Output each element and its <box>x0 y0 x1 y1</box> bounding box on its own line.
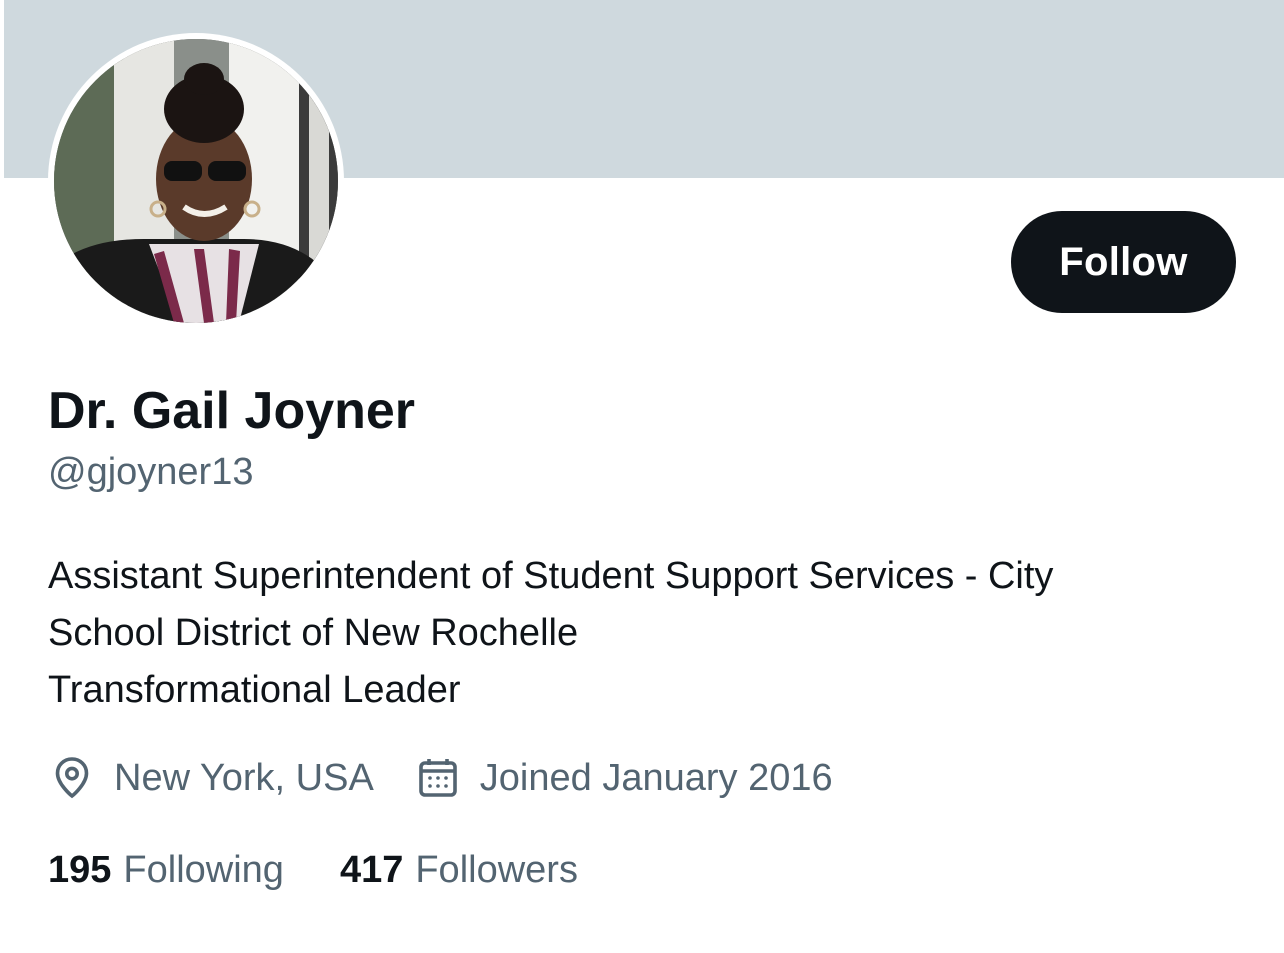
following-label: Following <box>123 848 284 891</box>
profile-joined: Joined January 2016 <box>414 754 833 802</box>
profile-bio: Assistant Superintendent of Student Supp… <box>48 548 1248 719</box>
profile-page: Follow Dr. Gail Joyner @gjoyner13 Assist… <box>0 0 1284 953</box>
location-text: New York, USA <box>114 756 374 799</box>
avatar-photo <box>54 39 338 323</box>
following-link[interactable]: 195 Following <box>48 849 284 892</box>
profile-handle: @gjoyner13 <box>48 451 254 493</box>
profile-meta: New York, USA Joined January 2016 <box>48 752 873 804</box>
followers-link[interactable]: 417 Followers <box>340 849 578 892</box>
bio-line: Transformational Leader <box>48 669 461 711</box>
followers-count: 417 <box>339 848 404 891</box>
bio-line: School District of New Rochelle <box>48 612 579 654</box>
follow-button[interactable]: Follow <box>1011 211 1236 313</box>
avatar[interactable] <box>48 33 344 329</box>
following-count: 195 <box>48 848 112 891</box>
joined-text: Joined January 2016 <box>479 756 833 799</box>
followers-label: Followers <box>415 848 578 891</box>
profile-location: New York, USA <box>48 754 374 802</box>
bio-line: Assistant Superintendent of Student Supp… <box>48 555 1054 597</box>
location-pin-icon <box>55 757 89 799</box>
profile-display-name: Dr. Gail Joyner <box>48 382 416 440</box>
profile-stats: 195 Following 417 Followers <box>48 844 634 896</box>
calendar-icon <box>418 759 457 797</box>
